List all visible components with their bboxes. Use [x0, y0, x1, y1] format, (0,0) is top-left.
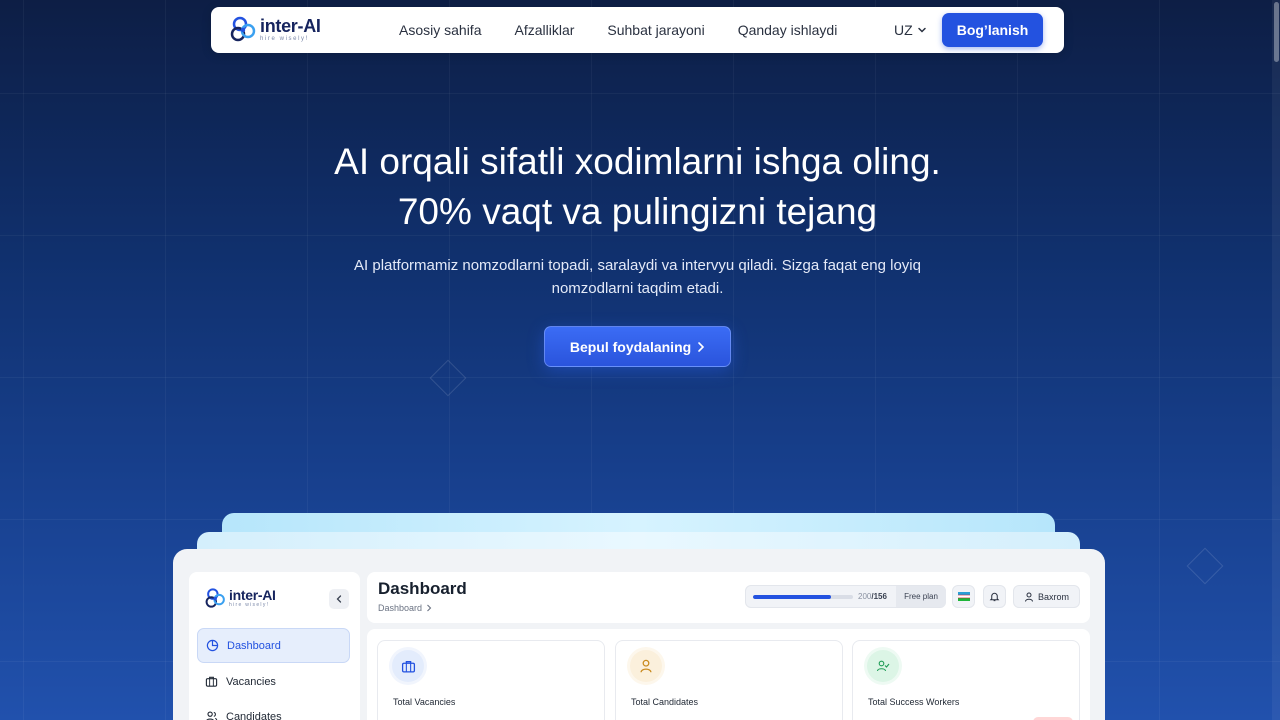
- sidebar-item-candidates[interactable]: Candidates: [197, 699, 350, 720]
- stat-card-candidates[interactable]: Total Candidates: [615, 640, 843, 720]
- page-title: Dashboard: [378, 579, 467, 598]
- decor-diamond-left: [429, 359, 467, 397]
- chevron-right-icon: [427, 604, 432, 612]
- usage-used: 200: [858, 592, 872, 601]
- mockup-sidebar: inter-AI hire wisely! Dashboard Vacancie…: [189, 572, 360, 720]
- stat-card-vacancies[interactable]: Total Vacancies: [377, 640, 605, 720]
- logo-mark-icon: [205, 588, 225, 608]
- sidebar-collapse-button[interactable]: [329, 589, 349, 609]
- nav-links: Asosiy sahifa Afzalliklar Suhbat jarayon…: [399, 7, 870, 53]
- notifications-button[interactable]: [983, 585, 1006, 608]
- stat-icon-wrap: [392, 650, 424, 682]
- sidebar-item-vacancies[interactable]: Vacancies: [197, 664, 350, 699]
- chevron-down-icon: [917, 27, 926, 33]
- language-flag-button[interactable]: [952, 585, 975, 608]
- cta-label: Bepul foydalaning: [569, 338, 692, 355]
- users-icon: [206, 711, 218, 720]
- stat-icon-wrap: [867, 650, 899, 682]
- top-navbar: inter-AI hire wisely! Asosiy sahifa Afza…: [211, 7, 1064, 53]
- hero-title-line1: AI orqali sifatli xodimlarni ishga oling…: [334, 141, 941, 182]
- nav-link-interview-process[interactable]: Suhbat jarayoni: [607, 22, 704, 38]
- user-check-icon: [876, 660, 890, 672]
- page-scrollbar[interactable]: [1272, 0, 1280, 720]
- scrollbar-thumb[interactable]: [1274, 2, 1279, 62]
- cta-free-button[interactable]: Bepul foydalaning: [544, 326, 731, 367]
- user-name: Baxrom: [1037, 591, 1069, 602]
- hero-subtitle-line1: AI platformamiz nomzodlarni topadi, sara…: [354, 257, 921, 274]
- plan-badge[interactable]: Free plan: [896, 586, 946, 607]
- usage-meter: 200/156 Free plan: [745, 585, 946, 608]
- briefcase-icon: [205, 676, 218, 687]
- stat-label: Total Success Workers: [868, 697, 960, 707]
- flag-icon: [957, 592, 970, 601]
- language-selector[interactable]: UZ: [894, 22, 927, 38]
- hero-title: AI orqali sifatli xodimlarni ishga oling…: [0, 137, 1275, 237]
- sidebar-item-dashboard[interactable]: Dashboard: [197, 628, 350, 663]
- stat-icon-wrap: [630, 650, 662, 682]
- hero-subtitle-line2: nomzodlarni taqdim etadi.: [551, 280, 724, 297]
- brand-name: inter-AI: [260, 15, 321, 36]
- nav-link-home[interactable]: Asosiy sahifa: [399, 22, 481, 38]
- brand-logo[interactable]: inter-AI hire wisely!: [230, 15, 321, 43]
- hero-subtitle: AI platformamiz nomzodlarni topadi, sara…: [0, 254, 1275, 300]
- decor-diamond-right: [1186, 547, 1224, 585]
- sidebar-item-label: Candidates: [226, 710, 282, 720]
- sidebar-item-label: Dashboard: [227, 639, 281, 652]
- usage-total: /156: [871, 592, 887, 601]
- sidebar-item-label: Vacancies: [226, 675, 276, 688]
- stat-label: Total Candidates: [631, 697, 699, 707]
- user-icon: [640, 659, 652, 673]
- pie-chart-icon: [206, 639, 219, 652]
- usage-count: 200/156: [858, 592, 887, 601]
- usage-progress-fill: [753, 595, 831, 599]
- bell-icon: [989, 592, 1000, 602]
- brand-tagline: hire wisely!: [260, 35, 309, 42]
- stat-card-success-workers[interactable]: Total Success Workers: [852, 640, 1080, 720]
- mockup-brand-tagline: hire wisely!: [229, 602, 270, 608]
- briefcase-icon: [401, 660, 415, 672]
- nav-link-how-it-works[interactable]: Qanday ishlaydi: [738, 22, 838, 38]
- usage-progress-track: [753, 595, 853, 599]
- nav-link-advantages[interactable]: Afzalliklar: [514, 22, 574, 38]
- stat-label: Total Vacancies: [393, 697, 456, 707]
- mockup-logo[interactable]: inter-AI hire wisely!: [205, 587, 276, 609]
- mockup-brand-name: inter-AI: [229, 587, 276, 603]
- user-icon: [1024, 592, 1033, 602]
- user-menu-button[interactable]: Baxrom: [1013, 585, 1080, 608]
- chevron-left-icon: [336, 595, 342, 603]
- contact-button[interactable]: Bog’lanish: [942, 13, 1043, 47]
- language-label: UZ: [894, 22, 913, 38]
- mockup-content: Total Vacancies Total Candidates Total S…: [367, 629, 1090, 720]
- breadcrumb: Dashboard: [378, 603, 432, 613]
- logo-mark-icon: [230, 16, 256, 42]
- breadcrumb-item[interactable]: Dashboard: [378, 603, 422, 613]
- chevron-right-icon: [698, 341, 705, 352]
- hero-title-line2: 70% vaqt va pulingizni tejang: [397, 191, 878, 232]
- mockup-header: Dashboard Dashboard 200/156 Free plan Ba…: [367, 572, 1090, 623]
